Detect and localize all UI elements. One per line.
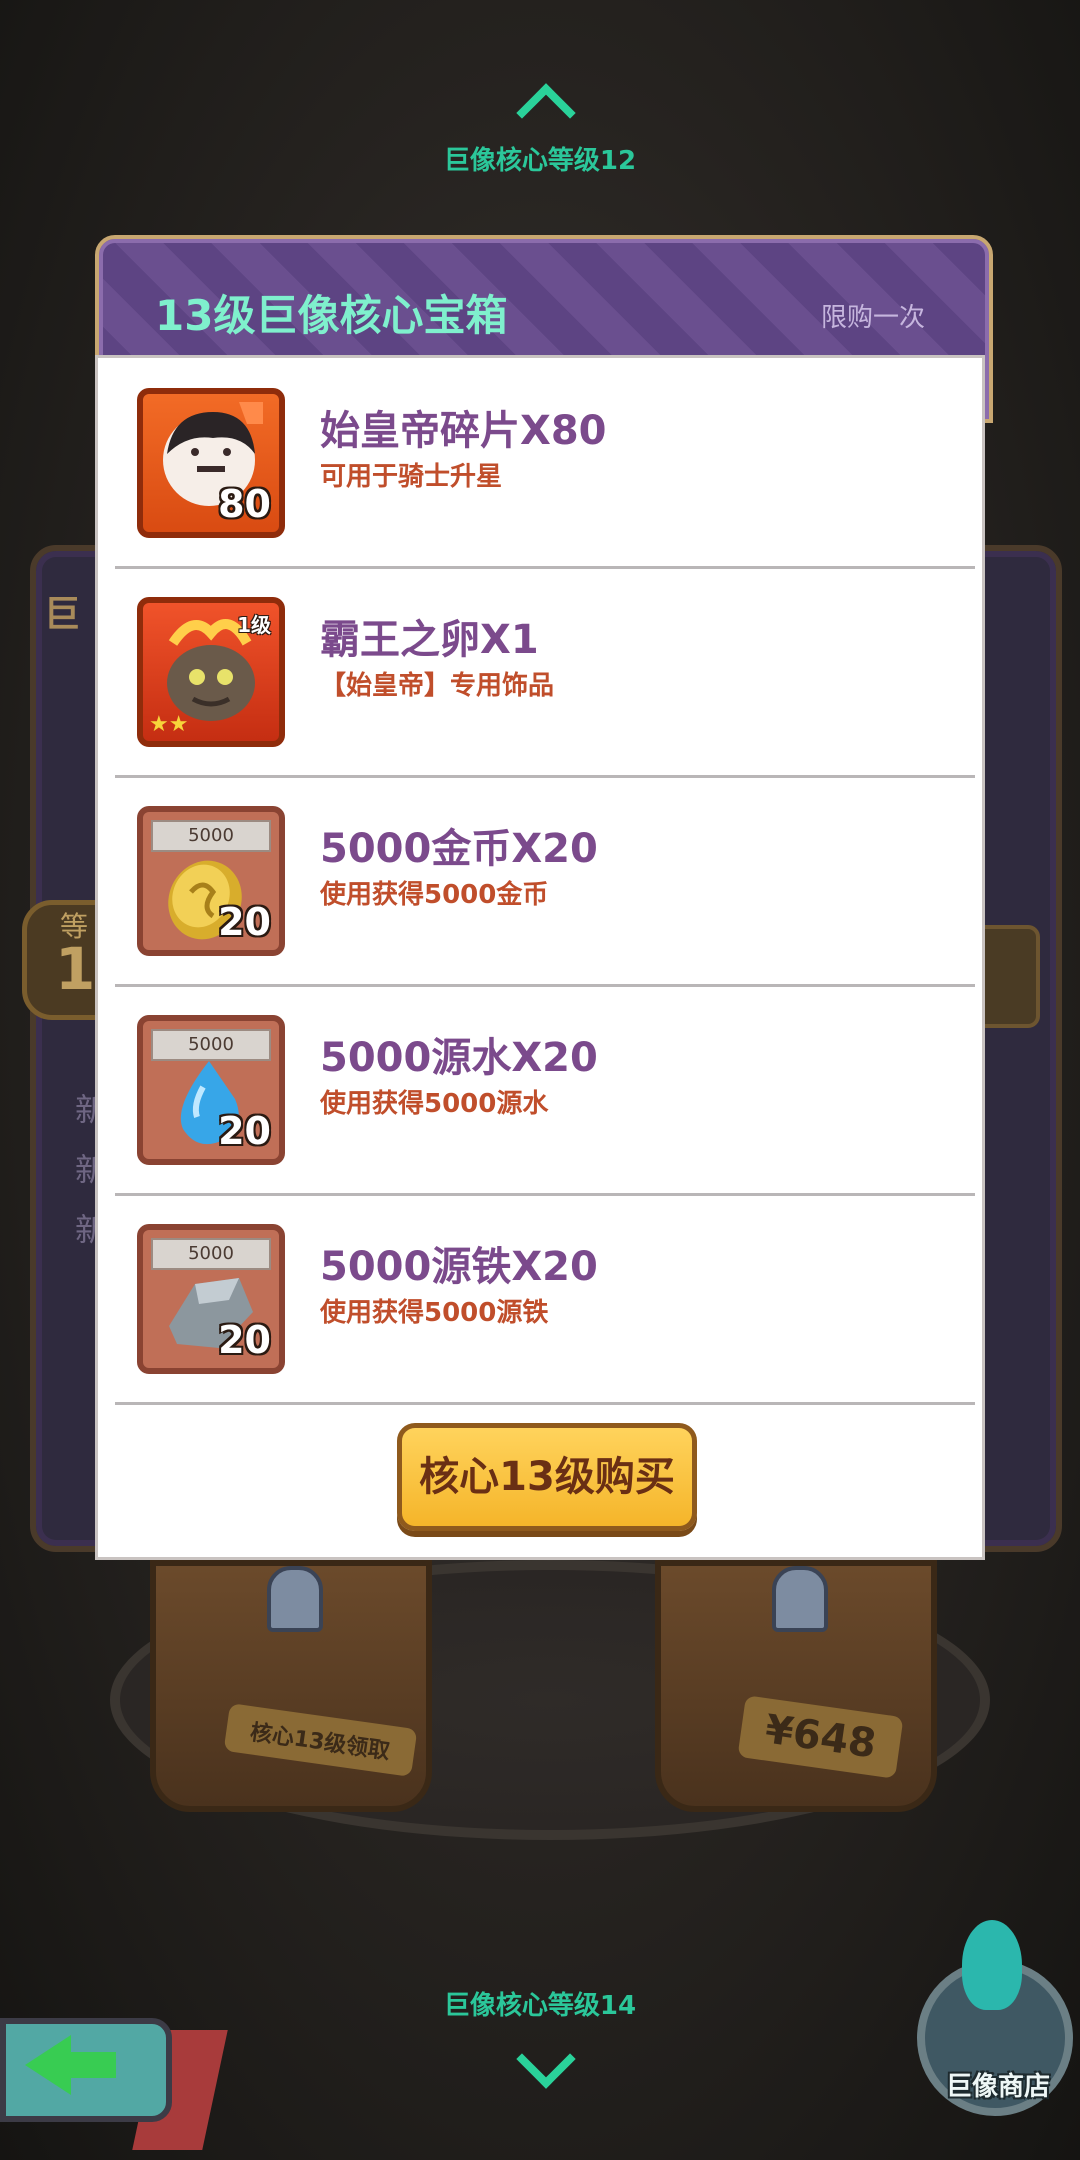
- right-chest-price-tag: ¥648: [737, 1695, 904, 1779]
- item-description: 使用获得5000源水: [320, 1089, 549, 1119]
- item-description: 使用获得5000金币: [320, 880, 549, 910]
- reward-item: 5000 20 5000源铁X20 使用获得5000源铁: [115, 1196, 975, 1405]
- item-amount-strip: 5000: [151, 820, 271, 852]
- item-description: 可用于骑士升星: [320, 462, 503, 492]
- dialog-title: 13级巨像核心宝箱: [155, 291, 508, 340]
- purchase-limit-label: 限购一次: [820, 303, 925, 333]
- chevron-down-icon[interactable]: [516, 2029, 576, 2089]
- buy-button[interactable]: 核心13级购买: [397, 1423, 697, 1531]
- item-name: 霸王之卵X1: [320, 617, 539, 663]
- item-name: 5000源水X20: [320, 1035, 598, 1081]
- item-level: 1级: [237, 613, 271, 637]
- back-arrow-icon-tail: [66, 2052, 116, 2078]
- shop-label[interactable]: 巨像商店: [946, 2066, 1050, 2103]
- chevron-up-icon[interactable]: [516, 83, 576, 143]
- shop-button[interactable]: [902, 1920, 1073, 2116]
- water-drop-icon[interactable]: 5000 20: [137, 1015, 285, 1165]
- reward-item: 80 始皇帝碎片X80 可用于骑士升星: [115, 360, 975, 569]
- item-count: 20: [218, 900, 271, 944]
- lock-icon: [267, 1566, 323, 1632]
- overlord-egg-icon[interactable]: 1级 ★★: [137, 597, 285, 747]
- iron-ore-icon[interactable]: 5000 20: [137, 1224, 285, 1374]
- reward-item: 5000 20 5000源水X20 使用获得5000源水: [115, 987, 975, 1196]
- item-description: 使用获得5000源铁: [320, 1298, 549, 1328]
- item-name: 始皇帝碎片X80: [320, 408, 607, 454]
- item-amount-strip: 5000: [151, 1029, 271, 1061]
- lock-icon: [772, 1566, 828, 1632]
- background-panel-title: 巨: [44, 594, 81, 635]
- item-count: 20: [218, 1109, 271, 1153]
- gold-coin-icon[interactable]: 5000 20: [137, 806, 285, 956]
- back-arrow-icon: [25, 2035, 71, 2095]
- item-count: 20: [218, 1318, 271, 1362]
- left-chest-tag: 核心13级领取: [223, 1703, 418, 1777]
- shop-spirit-icon: [962, 1920, 1022, 2010]
- item-count: 80: [218, 482, 271, 526]
- reward-item: 1级 ★★ 霸王之卵X1 【始皇帝】专用饰品: [115, 569, 975, 778]
- item-amount-strip: 5000: [151, 1238, 271, 1270]
- emperor-shard-icon[interactable]: 80: [137, 388, 285, 538]
- right-chest[interactable]: ¥648: [655, 1560, 937, 1812]
- star-icon: ★★: [149, 712, 189, 737]
- prev-level-label[interactable]: 巨像核心等级12: [0, 140, 1080, 177]
- item-name: 5000金币X20: [320, 826, 598, 872]
- reward-item: 5000 20 5000金币X20 使用获得5000金币: [115, 778, 975, 987]
- item-description: 【始皇帝】专用饰品: [320, 671, 555, 701]
- divider: [115, 1402, 975, 1405]
- item-name: 5000源铁X20: [320, 1244, 598, 1290]
- left-chest[interactable]: 核心13级领取: [150, 1560, 432, 1812]
